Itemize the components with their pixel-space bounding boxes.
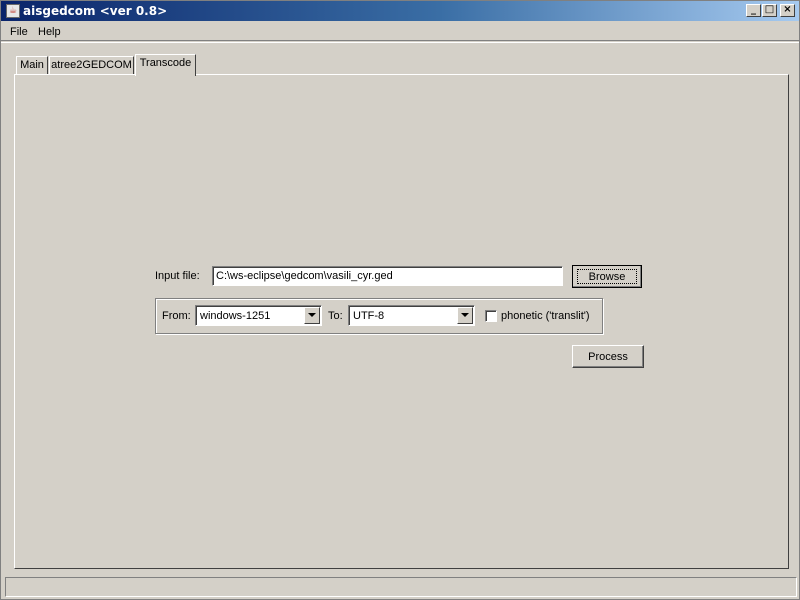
- chevron-down-icon: [308, 313, 316, 317]
- from-label: From:: [162, 310, 191, 322]
- browse-button-label: Browse: [577, 269, 637, 284]
- input-file-label: Input file:: [155, 270, 200, 282]
- from-encoding-value: windows-1251: [200, 310, 271, 322]
- close-button[interactable]: ×: [780, 4, 795, 17]
- from-encoding-select[interactable]: windows-1251: [195, 305, 322, 326]
- process-button[interactable]: Process: [572, 345, 644, 368]
- maximize-button[interactable]: □: [762, 4, 777, 17]
- from-encoding-dropdown-button[interactable]: [304, 307, 320, 324]
- to-label: To:: [328, 310, 343, 322]
- chevron-down-icon: [461, 313, 469, 317]
- menu-help[interactable]: Help: [38, 25, 61, 39]
- menu-file[interactable]: File: [10, 25, 28, 39]
- to-encoding-dropdown-button[interactable]: [457, 307, 473, 324]
- tab-transcode[interactable]: Transcode: [135, 54, 196, 76]
- tab-atree2gedcom[interactable]: atree2GEDCOM: [49, 56, 134, 75]
- phonetic-label[interactable]: phonetic ('translit'): [501, 309, 590, 323]
- title-bar[interactable]: ☕ aisgedcom <ver 0.8> _ □ ×: [1, 1, 799, 21]
- minimize-button[interactable]: _: [746, 4, 761, 17]
- browse-button[interactable]: Browse: [572, 265, 642, 288]
- to-encoding-value: UTF-8: [353, 310, 385, 322]
- tab-main[interactable]: Main: [16, 56, 48, 75]
- to-encoding-select[interactable]: UTF-8: [348, 305, 475, 326]
- phonetic-checkbox[interactable]: [485, 310, 497, 322]
- status-bar: [5, 577, 797, 597]
- menu-bar: File Help: [1, 22, 799, 41]
- app-window: ☕ aisgedcom <ver 0.8> _ □ × File Help Ma…: [0, 0, 800, 600]
- java-cup-icon[interactable]: ☕: [6, 4, 20, 18]
- input-file-field[interactable]: [212, 266, 563, 286]
- menu-separator: [1, 42, 799, 43]
- window-title: aisgedcom <ver 0.8>: [23, 4, 168, 18]
